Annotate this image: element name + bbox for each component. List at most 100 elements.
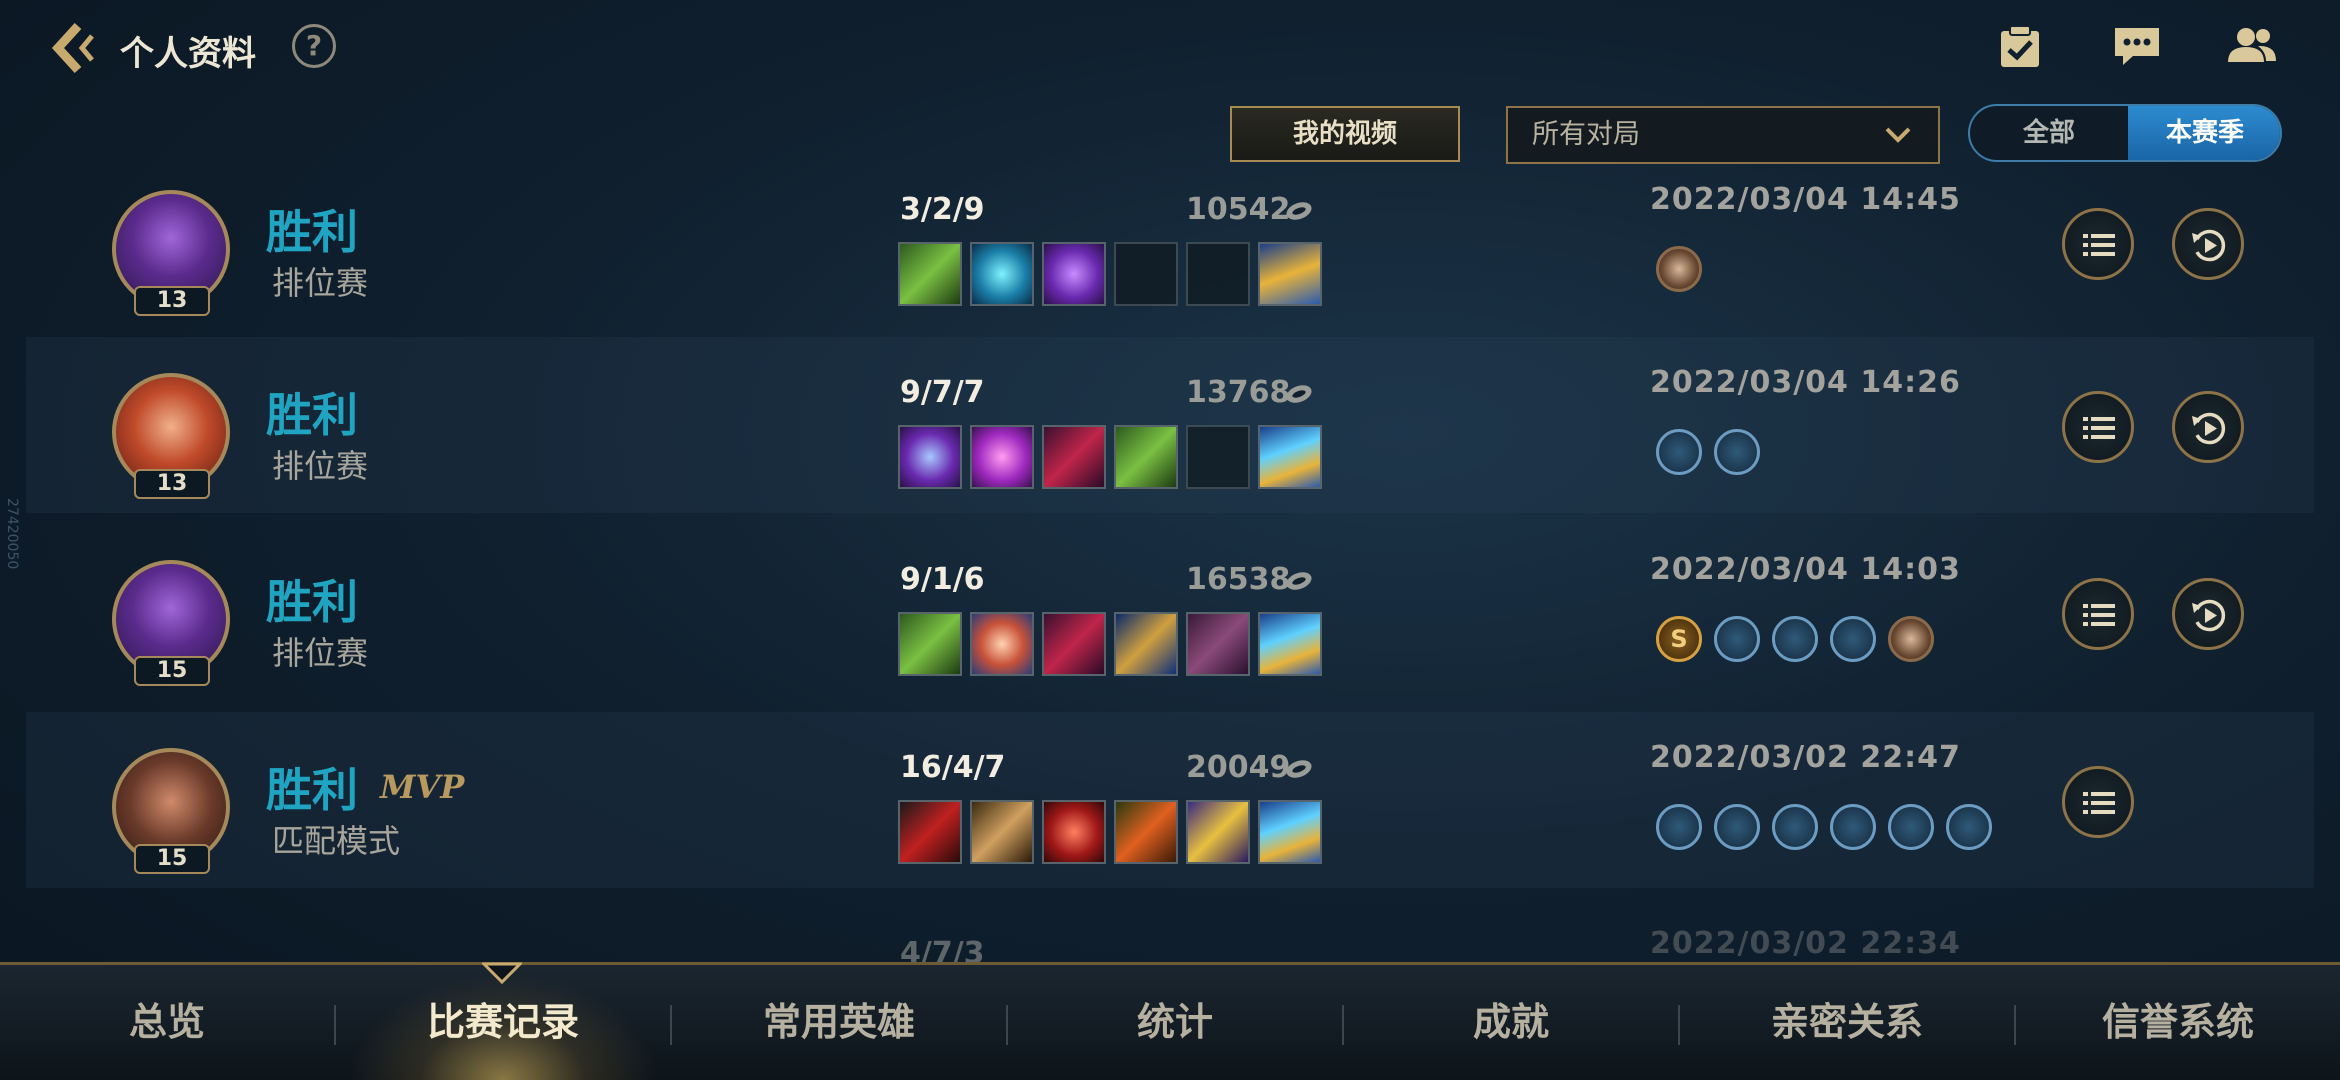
- gold-earned: 20049: [1186, 750, 1291, 785]
- back-arrow-icon[interactable]: [48, 18, 108, 78]
- item-slot: [1114, 425, 1178, 489]
- gold-earned: 10542: [1186, 192, 1291, 227]
- active-tab-marker-icon: [482, 962, 522, 984]
- trinket-slot: [1258, 425, 1322, 489]
- chevron-down-icon: [1885, 127, 1911, 143]
- badge-icon: [1830, 616, 1876, 662]
- match-date: 2022/03/02 22:47: [1650, 740, 1961, 775]
- match-details-button[interactable]: [2062, 578, 2134, 650]
- mvp-label: MVP: [380, 768, 465, 806]
- badge-icon: [1714, 429, 1760, 475]
- kda: 4/7/3: [900, 936, 985, 962]
- item-slot: [1114, 800, 1178, 864]
- item-slot: [1114, 612, 1178, 676]
- champion-level: 13: [134, 469, 210, 499]
- replay-button[interactable]: [2172, 208, 2244, 280]
- toggle-all-option[interactable]: 全部: [1970, 106, 2128, 160]
- list-icon: [2083, 604, 2115, 626]
- replay-button[interactable]: [2172, 391, 2244, 463]
- match-result: 胜利: [266, 388, 358, 442]
- item-slot: [898, 425, 962, 489]
- item-slot: [898, 800, 962, 864]
- badge-icon: [1888, 616, 1934, 662]
- s-rank-badge: S: [1656, 616, 1702, 662]
- replay-icon: [2192, 412, 2226, 445]
- item-slot-empty: [1186, 242, 1250, 306]
- match-details-button[interactable]: [2062, 766, 2134, 838]
- bottom-nav: 总览 比赛记录 常用英雄 统计 成就 亲密关系 信誉系统: [0, 962, 2340, 1080]
- match-result: 胜利: [266, 763, 358, 817]
- champion-level: 13: [134, 286, 210, 316]
- game-type-select[interactable]: 所有对局: [1506, 106, 1940, 164]
- my-videos-button[interactable]: 我的视频: [1230, 106, 1460, 162]
- match-row[interactable]: 13 胜利 排位赛 9/7/7 13768 2022/03/04 14:26: [26, 337, 2314, 513]
- match-date: 2022/03/04 14:03: [1650, 552, 1961, 587]
- badge-icon: [1772, 616, 1818, 662]
- replay-button[interactable]: [2172, 578, 2244, 650]
- match-mode: 匹配模式: [272, 822, 401, 860]
- badge-icon: [1656, 246, 1702, 292]
- match-mode: 排位赛: [272, 447, 369, 485]
- match-row[interactable]: 4/7/3 2022/03/02 22:34: [26, 900, 2314, 962]
- match-date: 2022/03/02 22:34: [1650, 926, 1961, 961]
- match-details-button[interactable]: [2062, 208, 2134, 280]
- season-toggle: 全部 本赛季: [1968, 104, 2282, 162]
- match-date: 2022/03/04 14:26: [1650, 365, 1961, 400]
- gold-coin-icon: [1286, 385, 1312, 403]
- item-slot-empty: [1114, 242, 1178, 306]
- item-slot: [898, 242, 962, 306]
- trinket-slot: [1258, 612, 1322, 676]
- kda: 9/7/7: [900, 375, 985, 410]
- item-slot: [1042, 425, 1106, 489]
- gold-coin-icon: [1286, 760, 1312, 778]
- trinket-slot: [1258, 800, 1322, 864]
- kda: 3/2/9: [900, 192, 985, 227]
- help-icon[interactable]: ?: [292, 24, 336, 68]
- toggle-season-option[interactable]: 本赛季: [2128, 106, 2280, 160]
- chat-message-icon[interactable]: [2112, 24, 2168, 74]
- match-mode: 排位赛: [272, 634, 369, 672]
- item-slot: [1186, 612, 1250, 676]
- badge-icon: [1946, 804, 1992, 850]
- kda: 9/1/6: [900, 562, 985, 597]
- friends-icon[interactable]: [2226, 24, 2282, 74]
- item-slot: [970, 242, 1034, 306]
- tab-relations[interactable]: 亲密关系: [1680, 965, 2014, 1080]
- match-date: 2022/03/04 14:45: [1650, 182, 1961, 217]
- match-result: 胜利: [266, 575, 358, 629]
- tab-achievements[interactable]: 成就: [1344, 965, 1678, 1080]
- item-slot-empty: [1186, 425, 1250, 489]
- item-slot: [1042, 800, 1106, 864]
- task-checklist-icon[interactable]: [1998, 24, 2054, 74]
- trinket-slot: [1258, 242, 1322, 306]
- item-slot: [1042, 242, 1106, 306]
- champion-level: 15: [134, 656, 210, 686]
- tab-honor[interactable]: 信誉系统: [2016, 965, 2340, 1080]
- match-result: 胜利: [266, 205, 358, 259]
- gold-earned: 13768: [1186, 375, 1291, 410]
- match-row[interactable]: 15 胜利 MVP 匹配模式 16/4/7 20049 2022/03/02 2…: [26, 712, 2314, 888]
- badge-icon: [1714, 616, 1760, 662]
- tab-champions[interactable]: 常用英雄: [672, 965, 1006, 1080]
- item-slot: [898, 612, 962, 676]
- replay-icon: [2192, 599, 2226, 632]
- badge-icon: [1888, 804, 1934, 850]
- replay-icon: [2192, 229, 2226, 262]
- item-slot: [970, 612, 1034, 676]
- item-slot: [970, 800, 1034, 864]
- tab-stats[interactable]: 统计: [1008, 965, 1342, 1080]
- match-row[interactable]: 15 胜利 排位赛 9/1/6 16538 2022/03/04 14:03 S: [26, 524, 2314, 700]
- list-icon: [2083, 792, 2115, 814]
- match-details-button[interactable]: [2062, 391, 2134, 463]
- item-slot: [970, 425, 1034, 489]
- badge-icon: [1714, 804, 1760, 850]
- badge-icon: [1772, 804, 1818, 850]
- badge-icon: [1656, 429, 1702, 475]
- page-title: 个人资料: [120, 34, 256, 74]
- kda: 16/4/7: [900, 750, 1006, 785]
- badge-icon: [1830, 804, 1876, 850]
- gold-coin-icon: [1286, 202, 1312, 220]
- side-id-watermark: 27420050: [4, 498, 20, 570]
- gold-earned: 16538: [1186, 562, 1291, 597]
- tab-overview[interactable]: 总览: [0, 965, 334, 1080]
